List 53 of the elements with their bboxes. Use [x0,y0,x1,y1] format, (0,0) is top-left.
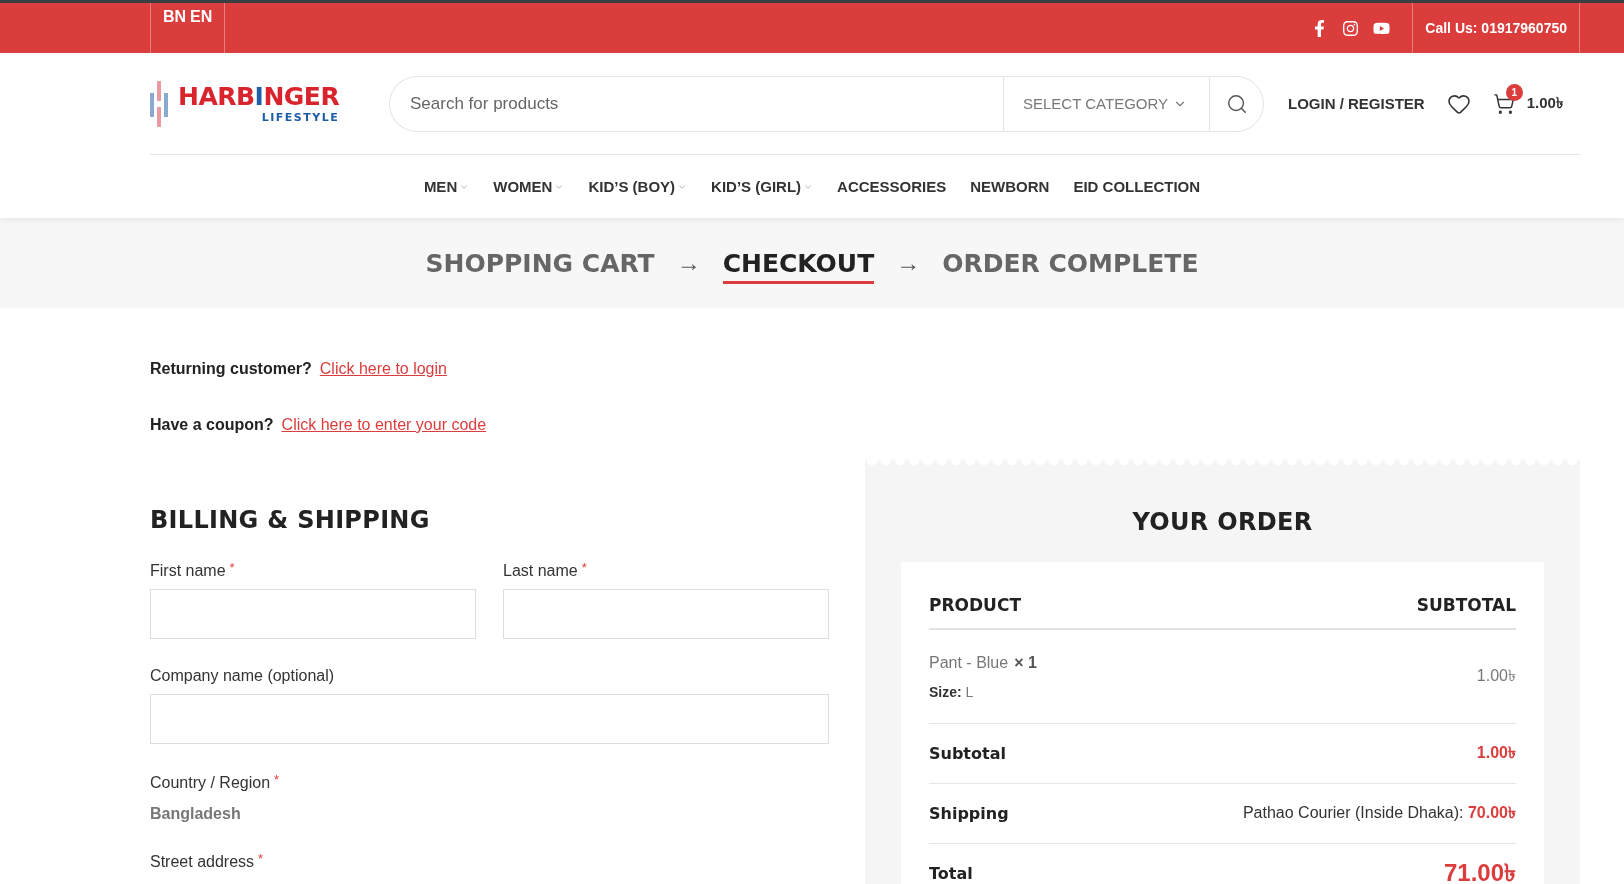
total-label: Shipping [929,804,1009,823]
nav-item[interactable]: ACCESSORIES [837,178,947,195]
field-label: Street address $^{*}$ [150,851,265,871]
total-value: 70.00৳ [1467,804,1516,821]
field-label: First name $^{*}$ [150,560,236,580]
logo-tagline: LIFESTYLE [261,111,340,124]
notice-link[interactable]: Click here to login [319,360,447,378]
field-label: Country / Region $^{*}$ [150,772,281,792]
text-field[interactable] [503,589,829,639]
search-field[interactable]: Search for products [389,75,1003,132]
column-header: SUBTOTAL [1416,595,1516,615]
logo[interactable]: HARBINGER LIFESTYLE [150,80,389,127]
billing-heading: BILLING & SHIPPING [150,506,431,534]
search-icon [1225,92,1248,115]
field-label: Last name $^{*}$ [503,560,588,580]
total-value: 71.00৳ [1443,858,1516,884]
language-link[interactable]: BN [163,8,187,28]
nav-item[interactable]: NEWBORN [970,178,1050,195]
shipping-method: Pathao Courier (Inside Dhaka): [1242,804,1465,821]
login-link[interactable]: LOGIN / REGISTER [1288,95,1425,112]
nav-item[interactable]: EID COLLECTION [1073,178,1201,195]
text-field[interactable] [150,694,829,744]
checkout-step[interactable]: CHECKOUT [722,248,875,284]
category-select[interactable]: SELECT CATEGORY [1003,75,1209,132]
cart-count-badge: 1 [1505,83,1523,101]
column-header: PRODUCT [929,595,1021,615]
checkout-step[interactable]: SHOPPING CART [425,248,655,284]
cart-total[interactable]: 1.00৳ [1526,91,1563,116]
country-value: Bangladesh [150,805,241,823]
order-heading: YOUR ORDER [1131,508,1314,536]
notice-link[interactable]: Click here to enter your code [281,416,487,434]
total-value: 1.00৳ [1476,744,1516,761]
total-label: Total [929,864,973,883]
checkout-step[interactable]: ORDER COMPLETE [942,248,1199,284]
text-field[interactable] [150,589,476,639]
field-label: Company name (optional) [150,667,336,685]
nav-item[interactable]: KID’S (BOY) [588,178,688,195]
nav-item[interactable]: KID’S (GIRL) [711,178,814,195]
total-label: Subtotal [929,744,1006,763]
product-price: 1.00৳ [1476,666,1516,686]
phone-number: Call Us: 01917960750 [1412,3,1580,53]
product-size: Size: L [929,683,975,700]
nav-item[interactable]: WOMEN [493,178,565,195]
nav-item[interactable]: MEN [423,178,470,195]
product-name: Pant - Blue × 1 [929,653,1037,672]
notice-text: Have a coupon? [150,416,274,434]
search-button[interactable] [1209,75,1264,132]
language-link[interactable]: EN [190,8,213,28]
logo-wordmark: HARBINGER [178,83,340,111]
step-arrow: → [896,249,921,277]
instagram-icon[interactable] [1342,19,1360,37]
step-arrow: → [676,249,701,277]
notice-text: Returning customer? [150,360,312,378]
